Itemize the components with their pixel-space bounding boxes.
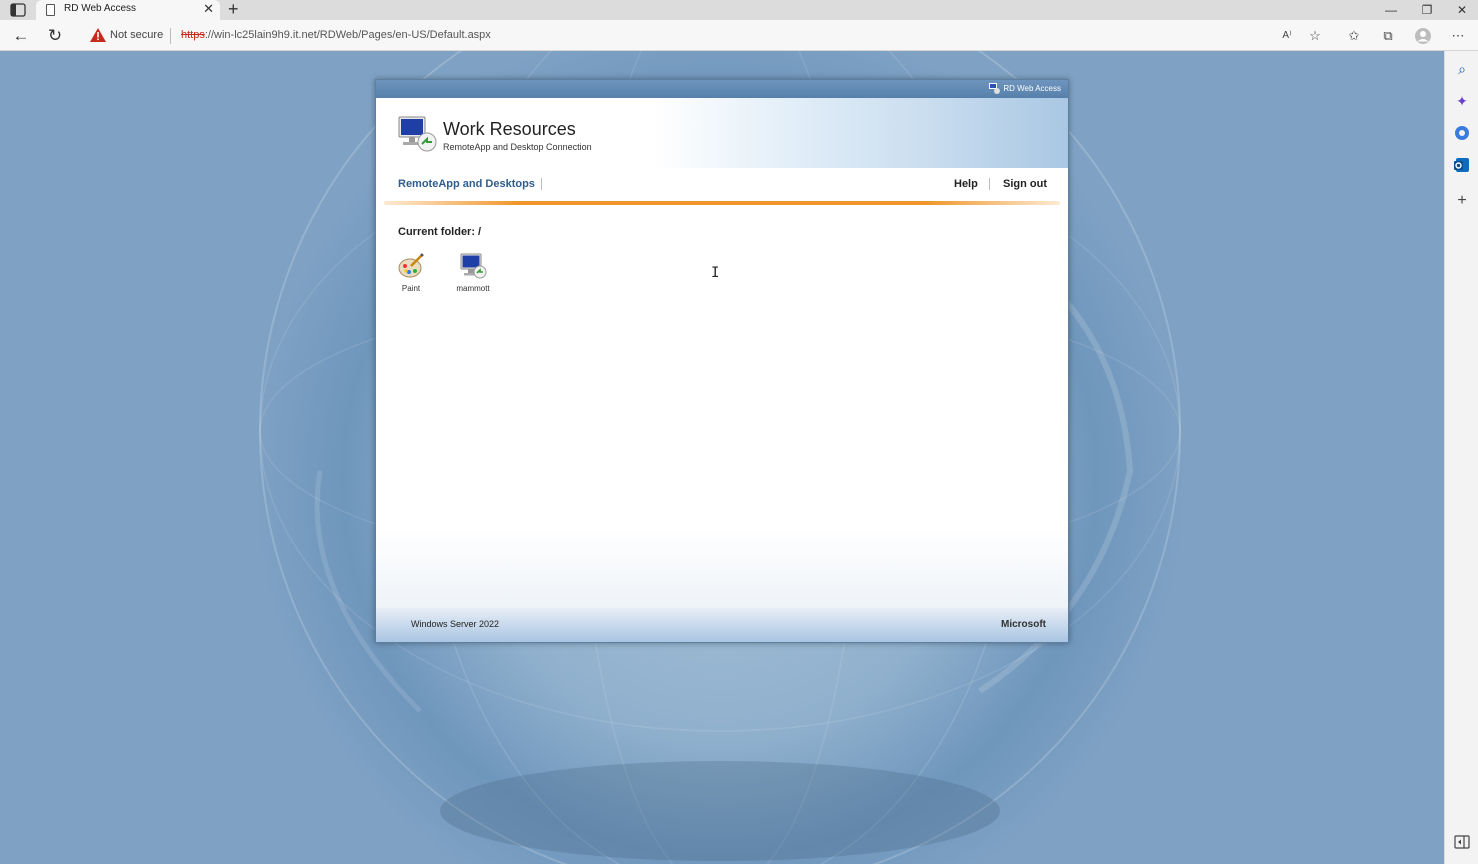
more-options-icon[interactable]: ⋯ [1449, 27, 1467, 45]
rd-mini-icon [989, 83, 1000, 94]
microsoft-logo: Microsoft [1001, 619, 1046, 630]
nav-divider [541, 178, 542, 190]
app-item-mammott[interactable]: mammott [448, 252, 498, 293]
restore-button[interactable]: ❐ [1409, 0, 1445, 20]
outlook-icon[interactable] [1453, 156, 1471, 174]
tab-close-button[interactable]: ✕ [203, 1, 214, 17]
app-name-mammott[interactable]: mammott [448, 284, 498, 293]
search-icon[interactable]: ⌕ [1453, 60, 1471, 78]
url-scheme: https [181, 29, 205, 41]
add-favorite-icon[interactable]: ☆ [1306, 27, 1324, 45]
favorites-icon[interactable]: ✩ [1345, 27, 1363, 45]
url-divider [170, 28, 171, 44]
minimize-button[interactable]: — [1373, 0, 1409, 20]
copilot-icon[interactable]: ✦ [1453, 92, 1471, 110]
add-sidebar-app-icon[interactable]: + [1453, 192, 1471, 210]
help-link[interactable]: Help [954, 178, 978, 190]
text-cursor-icon: I [711, 265, 720, 281]
app-name-paint[interactable]: Paint [386, 284, 436, 293]
current-folder-label: Current folder: / [398, 226, 482, 238]
back-arrow-icon[interactable]: ← [10, 25, 32, 47]
rd-web-access-window: RD Web Access Work Resources RemoteApp a… [375, 79, 1069, 643]
remote-desktop-logo-icon [398, 116, 437, 152]
tab-title: RD Web Access [64, 3, 137, 14]
rd-header: Work Resources RemoteApp and Desktop Con… [376, 98, 1068, 168]
not-secure-label[interactable]: Not secure [110, 29, 163, 41]
remote-desktop-icon[interactable] [459, 252, 487, 280]
page-title: Work Resources [443, 119, 576, 139]
rd-topstrip-label: RD Web Access [1003, 84, 1061, 93]
hide-sidebar-icon[interactable] [1453, 833, 1471, 851]
rd-footer: Windows Server 2022 Microsoft [376, 608, 1068, 642]
read-aloud-icon[interactable]: A⁾ [1278, 27, 1296, 45]
collections-icon[interactable]: ⧉ [1379, 27, 1397, 45]
browser-sidebar: ⌕ ✦ + [1444, 51, 1478, 864]
page-subtitle: RemoteApp and Desktop Connection [443, 142, 592, 152]
new-tab-button[interactable]: + [228, 0, 239, 20]
sign-out-link[interactable]: Sign out [1003, 178, 1047, 190]
page-icon [46, 4, 55, 16]
paint-icon[interactable] [397, 252, 425, 280]
rd-top-strip: RD Web Access [376, 80, 1068, 98]
office-icon[interactable] [1453, 124, 1471, 142]
address-bar: ← ↻ Not secure https://win-lc25lain9h9.i… [0, 20, 1478, 51]
app-item-paint[interactable]: Paint [386, 252, 436, 293]
browser-tab-bar: RD Web Access ✕ + — ❐ ✕ [0, 0, 1478, 20]
rd-content-area: Current folder: / Paint mammott I [376, 208, 1068, 608]
footer-os-label: Windows Server 2022 [411, 619, 500, 629]
url-text[interactable]: https://win-lc25lain9h9.it.net/RDWeb/Pag… [181, 29, 491, 41]
profile-avatar-icon[interactable] [1414, 27, 1432, 45]
window-close-button[interactable]: ✕ [1444, 0, 1478, 20]
url-rest: ://win-lc25lain9h9.it.net/RDWeb/Pages/en… [204, 29, 491, 41]
browser-tab[interactable]: RD Web Access ✕ [36, 0, 220, 20]
refresh-icon[interactable]: ↻ [44, 25, 66, 47]
tab-actions-icon[interactable] [10, 3, 26, 17]
orange-divider [384, 201, 1060, 205]
rd-nav-bar: RemoteApp and Desktops Help Sign out [376, 168, 1068, 200]
tab-remoteapp-desktops[interactable]: RemoteApp and Desktops [398, 178, 535, 190]
url-field[interactable]: Not secure https://win-lc25lain9h9.it.ne… [78, 24, 1340, 48]
nav-divider [989, 178, 990, 190]
warning-icon[interactable] [90, 28, 106, 42]
